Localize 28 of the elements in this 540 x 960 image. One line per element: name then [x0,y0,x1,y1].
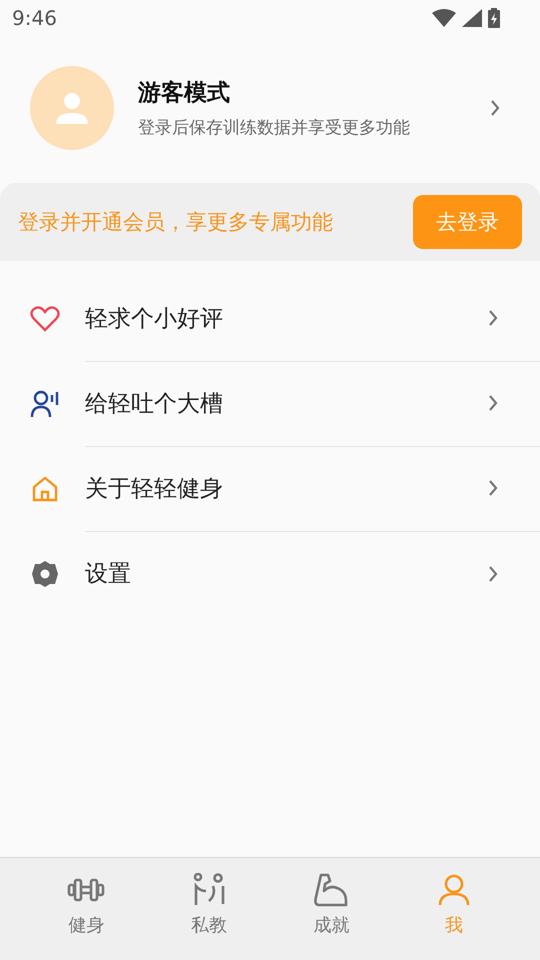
chevron-right-icon [488,479,498,497]
nav-tab[interactable]: 成就 [270,858,392,960]
chevron-right-icon [488,564,498,582]
chevron-right-icon [488,309,498,327]
banner-text: 登录并开通会员，享更多专属功能 [18,209,333,236]
menu-label: 设置 [85,560,131,589]
person-icon [438,873,470,907]
profile-subtitle: 登录后保存训练数据并享受更多功能 [138,117,411,139]
menu-label: 关于轻轻健身 [85,474,223,504]
menu-item[interactable]: 轻求个小好评 [0,276,540,361]
nav-tab[interactable]: 私教 [148,858,270,960]
avatar-icon [30,66,114,150]
profile-title: 游客模式 [138,79,231,108]
battery-icon [488,8,500,28]
signal-icon [462,9,482,27]
profile-row[interactable]: 游客模式 登录后保存训练数据并享受更多功能 [0,36,540,180]
arm-muscle-icon [313,873,350,907]
chevron-right-icon [490,99,500,117]
wifi-icon [432,9,456,27]
nav-tab[interactable]: 健身 [25,858,148,960]
status-time: 9:46 [12,6,57,30]
menu-item[interactable]: 关于轻轻健身 [0,446,540,531]
menu-label: 给轻吐个大槽 [85,390,223,418]
menu-label: 轻求个小好评 [85,304,223,334]
coach-icon [192,873,226,907]
menu-item[interactable]: 设置 [0,531,540,616]
chevron-right-icon [488,394,498,412]
menu-item[interactable]: 给轻吐个大槽 [0,361,540,446]
